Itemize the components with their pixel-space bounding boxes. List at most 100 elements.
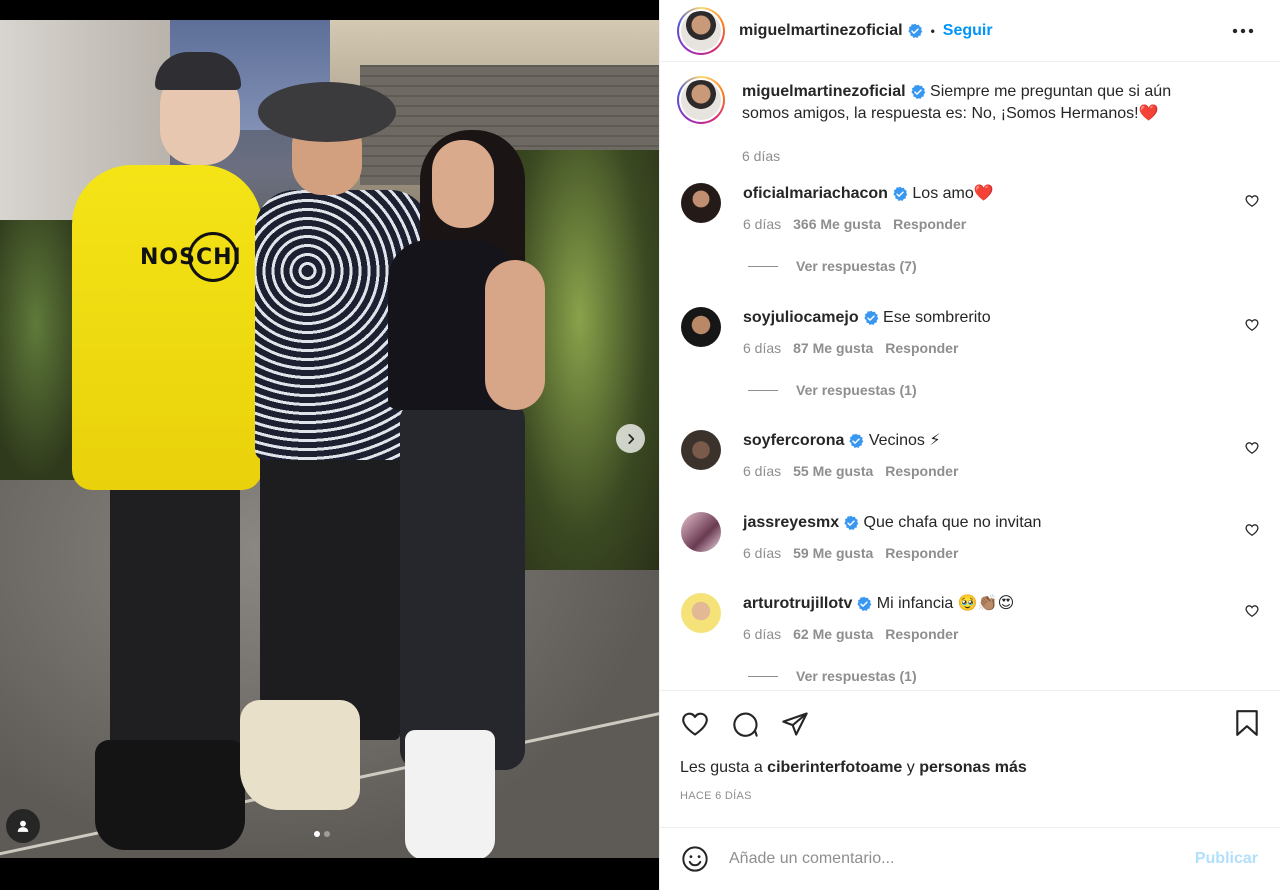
comment-reply-button[interactable]: Responder [885, 626, 958, 642]
heart-icon [1245, 524, 1259, 537]
comment-like-count[interactable]: 366 Me gusta [793, 216, 881, 232]
comment-text: Que chafa que no invitan [863, 514, 1042, 531]
comment-avatar[interactable] [681, 307, 721, 347]
verified-badge-icon [907, 23, 923, 39]
action-icons [680, 709, 810, 739]
like-button[interactable] [680, 709, 710, 739]
comment-avatar[interactable] [681, 183, 721, 223]
comment-like-count[interactable]: 87 Me gusta [793, 340, 873, 356]
comment-avatar[interactable] [681, 430, 721, 470]
carousel-dot [324, 831, 330, 837]
comment-username[interactable]: soyfercorona [743, 432, 844, 449]
comment-bubble-icon [733, 712, 758, 737]
view-replies-label: Ver respuestas (1) [796, 382, 917, 398]
carousel-indicator [314, 831, 330, 837]
author-username[interactable]: miguelmartinezoficial [739, 22, 903, 40]
comment-avatar[interactable] [681, 593, 721, 633]
comment-time[interactable]: 6 días [743, 463, 781, 479]
comment-like-button[interactable] [1245, 441, 1259, 460]
comment-text: Vecinos ⚡ [868, 432, 941, 449]
comment-username[interactable]: oficialmariachacon [743, 185, 888, 202]
likes-prefix: Les gusta a [680, 759, 768, 776]
publish-button[interactable]: Publicar [1195, 850, 1258, 868]
verified-badge-icon [863, 310, 879, 326]
tagged-users-button[interactable] [6, 809, 40, 843]
comment-item: arturotrujillotv Mi infancia 🥹👏🏽😍 6 días… [681, 593, 1271, 653]
caption-username[interactable]: miguelmartinezoficial [742, 83, 906, 100]
heart-icon [682, 712, 708, 736]
save-button[interactable] [1234, 709, 1260, 742]
comment-username[interactable]: soyjuliocamejo [743, 309, 859, 326]
caption-author-avatar[interactable] [677, 76, 725, 124]
comment-time[interactable]: 6 días [743, 340, 781, 356]
share-button[interactable] [780, 709, 810, 739]
comments-list[interactable]: miguelmartinezoficial Siempre me pregunt… [660, 63, 1280, 689]
emoji-button[interactable] [680, 844, 710, 874]
comment-time[interactable]: 6 días [743, 216, 781, 232]
caption-time[interactable]: 6 días [742, 148, 780, 164]
comment-meta: 6 días 59 Me gusta Responder [743, 545, 958, 561]
comment-time[interactable]: 6 días [743, 545, 781, 561]
bookmark-icon [1236, 710, 1258, 736]
follow-button[interactable]: Seguir [943, 22, 993, 40]
person-3-head [432, 140, 494, 228]
view-replies-button[interactable]: Ver respuestas (1) [748, 668, 917, 684]
comment-text: Ese sombrerito [883, 309, 991, 326]
user-icon [17, 820, 29, 832]
heart-icon [1245, 605, 1259, 618]
replies-divider-line [748, 265, 778, 267]
comment-avatar[interactable] [681, 512, 721, 552]
comment-meta: 6 días 366 Me gusta Responder [743, 216, 966, 232]
comment-item: soyjuliocamejo Ese sombrerito 6 días 87 … [681, 307, 1271, 367]
comment-reply-button[interactable]: Responder [885, 463, 958, 479]
carousel-dot-active [314, 831, 320, 837]
view-replies-label: Ver respuestas (7) [796, 258, 917, 274]
comment-input[interactable] [729, 850, 1169, 868]
heart-icon [1245, 319, 1259, 332]
comment-item: jassreyesmx Que chafa que no invitan 6 d… [681, 512, 1271, 572]
view-replies-button[interactable]: Ver respuestas (7) [748, 258, 917, 274]
comment-like-count[interactable]: 55 Me gusta [793, 463, 873, 479]
carousel-next-button[interactable] [616, 424, 645, 453]
replies-divider-line [748, 389, 778, 391]
comment-username[interactable]: arturotrujillotv [743, 595, 852, 612]
author-username-group: miguelmartinezoficial • Seguir [739, 22, 993, 40]
comment-reply-button[interactable]: Responder [885, 340, 958, 356]
verified-badge-icon [848, 433, 864, 449]
replies-divider-line [748, 675, 778, 677]
comment-like-button[interactable] [1245, 194, 1259, 213]
likes-others-link[interactable]: personas más [919, 759, 1027, 776]
chevron-right-icon [627, 433, 634, 444]
verified-badge-icon [892, 186, 908, 202]
more-horizontal-icon [1232, 28, 1254, 34]
comment-like-count[interactable]: 59 Me gusta [793, 545, 873, 561]
verified-badge-icon [843, 515, 859, 531]
comment-like-button[interactable] [1245, 523, 1259, 542]
comment-reply-button[interactable]: Responder [893, 216, 966, 232]
likes-mid: y [902, 759, 920, 776]
likes-summary: Les gusta a ciberinterfotoame y personas… [680, 759, 1027, 777]
post-header: miguelmartinezoficial • Seguir [660, 0, 1280, 62]
comment-like-button[interactable] [1245, 318, 1259, 337]
person-2-legs [260, 450, 400, 740]
view-replies-button[interactable]: Ver respuestas (1) [748, 382, 917, 398]
comment-reply-button[interactable]: Responder [885, 545, 958, 561]
author-avatar[interactable] [677, 6, 725, 55]
comment-item: oficialmariachacon Los amo❤️ 6 días 366 … [681, 183, 1271, 243]
post-timestamp[interactable]: HACE 6 DÍAS [680, 790, 752, 802]
person-1-boots [95, 740, 245, 850]
caption-text-block: miguelmartinezoficial Siempre me pregunt… [742, 81, 1222, 125]
comment-like-button[interactable] [1245, 604, 1259, 623]
verified-badge-icon [856, 596, 872, 612]
comment-username[interactable]: jassreyesmx [743, 514, 839, 531]
comment-text-block: arturotrujillotv Mi infancia 🥹👏🏽😍 [743, 593, 1233, 615]
heart-icon [1245, 195, 1259, 208]
person-3-boots [405, 730, 495, 858]
more-options-button[interactable] [1232, 21, 1254, 39]
comment-time[interactable]: 6 días [743, 626, 781, 642]
comment-text-block: jassreyesmx Que chafa que no invitan [743, 512, 1233, 534]
likes-user-link[interactable]: ciberinterfotoame [767, 759, 902, 776]
comment-like-count[interactable]: 62 Me gusta [793, 626, 873, 642]
comment-button[interactable] [730, 709, 760, 739]
person-3-jeans [400, 400, 525, 770]
